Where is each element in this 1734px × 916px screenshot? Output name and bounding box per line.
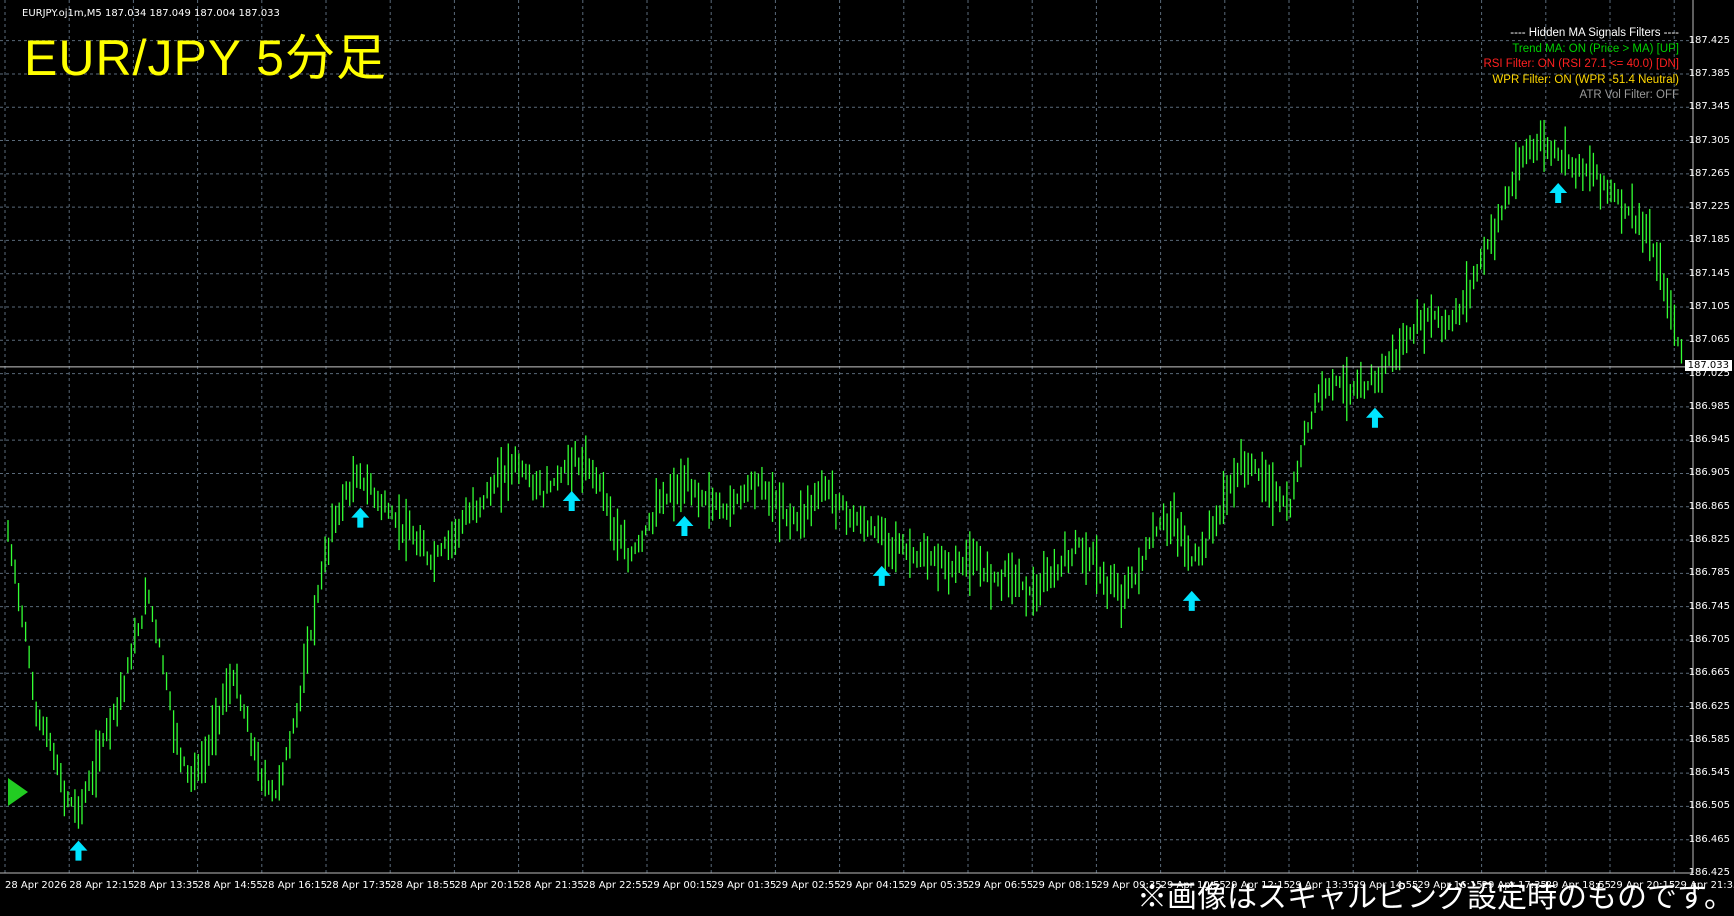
time-tick-label: 29 Apr 04:15 bbox=[839, 880, 905, 891]
price-tick-label: 186.665 bbox=[1688, 667, 1730, 679]
buy-arrow-icon bbox=[1365, 407, 1384, 428]
buy-arrow-icon bbox=[562, 490, 581, 511]
candle-series bbox=[7, 119, 1683, 829]
filter-wpr: WPR Filter: ON (WPR -51.4 Neutral) bbox=[1492, 73, 1679, 86]
price-tick-label: 187.345 bbox=[1688, 101, 1730, 113]
filter-atr: ATR Vol Filter: OFF bbox=[1579, 89, 1679, 101]
time-tick-label: 29 Apr 08:15 bbox=[1032, 880, 1098, 891]
price-tick-label: 187.185 bbox=[1688, 234, 1730, 246]
time-tick-label: 28 Apr 17:35 bbox=[326, 880, 392, 891]
buy-arrow-icon bbox=[1182, 590, 1201, 611]
time-tick-label: 29 Apr 01:35 bbox=[711, 880, 777, 891]
price-tick-label: 187.105 bbox=[1688, 301, 1730, 312]
time-tick-label: 28 Apr 16:15 bbox=[261, 880, 327, 891]
time-tick-label: 28 Apr 22:55 bbox=[582, 880, 648, 891]
price-chart[interactable] bbox=[0, 0, 1734, 900]
price-tick-label: 186.785 bbox=[1688, 567, 1730, 579]
start-marker-icon bbox=[8, 778, 28, 806]
buy-arrow-icon bbox=[351, 507, 370, 528]
time-tick-label: 29 Apr 00:15 bbox=[647, 880, 713, 891]
time-tick-label: 28 Apr 20:15 bbox=[454, 880, 520, 891]
time-tick-label: 28 Apr 14:55 bbox=[197, 880, 263, 891]
price-tick-label: 186.825 bbox=[1688, 534, 1730, 546]
footnote: ※画像はスキャルピング設定時のものです。 bbox=[1137, 881, 1734, 914]
price-tick-label: 187.305 bbox=[1688, 134, 1730, 146]
price-tick-label: 187.385 bbox=[1688, 67, 1730, 79]
price-tick-label: 186.985 bbox=[1688, 400, 1730, 412]
price-tick-label: 186.625 bbox=[1688, 700, 1730, 712]
signal-arrows bbox=[69, 183, 1568, 861]
price-tick-label: 186.905 bbox=[1688, 467, 1730, 479]
price-tick-label: 186.705 bbox=[1688, 633, 1730, 645]
price-tick-label: 187.425 bbox=[1688, 34, 1730, 46]
time-tick-label: 28 Apr 18:55 bbox=[390, 880, 456, 891]
price-tick-label: 187.065 bbox=[1688, 334, 1730, 346]
chart-area[interactable]: EURJPY.oj1m,M5 187.034 187.049 187.004 1… bbox=[0, 0, 1734, 914]
price-tick-label: 187.265 bbox=[1688, 167, 1730, 179]
buy-arrow-icon bbox=[1549, 183, 1568, 204]
filter-header: ---- Hidden MA Signals Filters ---- bbox=[1510, 27, 1679, 39]
price-tick-label: 186.745 bbox=[1688, 600, 1730, 612]
price-tick-label: 186.865 bbox=[1688, 500, 1730, 512]
price-tick-label: 187.225 bbox=[1688, 201, 1730, 213]
price-tick-label: 186.545 bbox=[1688, 767, 1730, 779]
price-tick-label: 186.585 bbox=[1688, 733, 1730, 745]
grid bbox=[0, 0, 1693, 874]
time-tick-label: 28 Apr 21:35 bbox=[518, 880, 584, 891]
filter-trend-ma: Trend MA: ON (Price > MA) [UP] bbox=[1512, 42, 1679, 55]
buy-arrow-icon bbox=[675, 515, 694, 536]
time-tick-label: 29 Apr 02:55 bbox=[775, 880, 841, 891]
chart-title: EUR/JPY 5分足 bbox=[24, 30, 387, 86]
price-tick-label: 186.945 bbox=[1688, 434, 1730, 446]
time-tick-label: 28 Apr 12:15 bbox=[69, 880, 135, 891]
price-tick-label: 186.465 bbox=[1688, 833, 1730, 845]
price-tick-label: 187.145 bbox=[1688, 267, 1730, 279]
price-tick-label: 186.505 bbox=[1688, 800, 1730, 812]
time-tick-label: 29 Apr 05:35 bbox=[903, 880, 969, 891]
current-price-label: 187.033 bbox=[1684, 359, 1732, 371]
filter-panel: ---- Hidden MA Signals Filters ---- Tren… bbox=[1483, 26, 1679, 104]
time-tick-label: 29 Apr 06:55 bbox=[968, 880, 1034, 891]
time-tick-label: 28 Apr 2026 bbox=[5, 880, 67, 891]
time-tick-label: 28 Apr 13:35 bbox=[133, 880, 199, 891]
filter-rsi: RSI Filter: ON (RSI 27.1 <= 40.0) [DN] bbox=[1483, 58, 1679, 70]
buy-arrow-icon bbox=[872, 565, 891, 586]
buy-arrow-icon bbox=[69, 840, 88, 861]
